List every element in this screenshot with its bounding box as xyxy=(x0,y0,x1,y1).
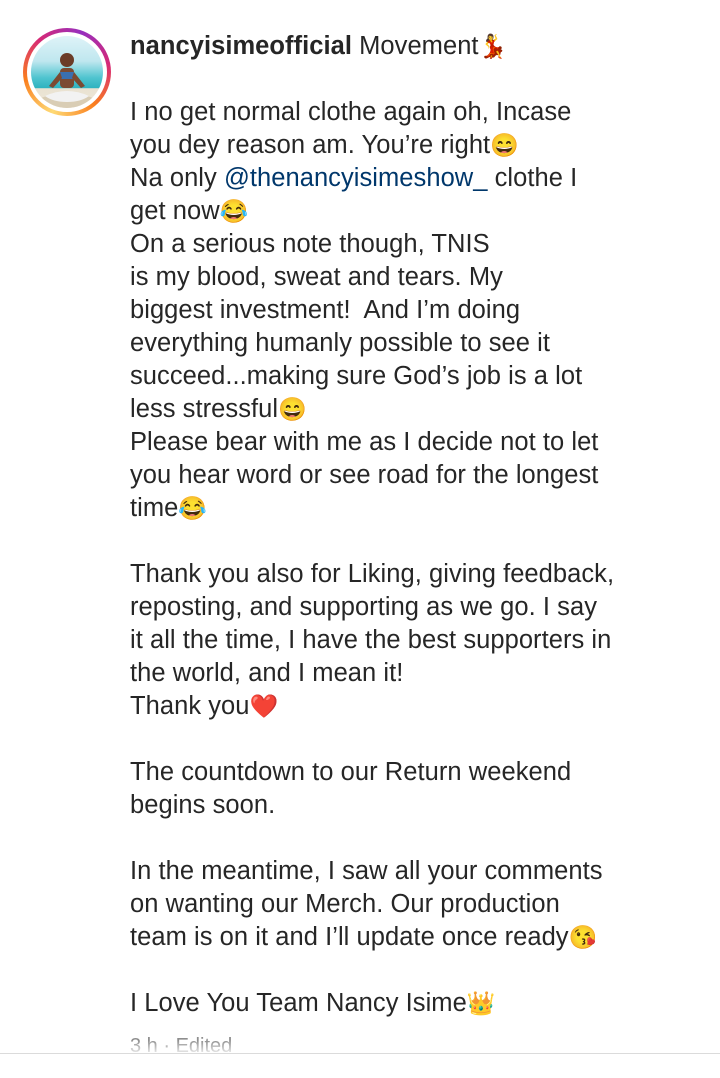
dancer-emoji: 💃 xyxy=(478,33,508,59)
caption-title: Movement xyxy=(351,32,479,60)
caption-line: team is on it and I’ll update once ready xyxy=(130,923,569,951)
kissing-face-emoji: 😘 xyxy=(568,924,598,950)
avatar-right-arm xyxy=(72,72,85,88)
caption-line: Please bear with me as I decide not to l… xyxy=(130,428,599,456)
profile-avatar[interactable] xyxy=(31,36,103,108)
caption-line: I Love You Team Nancy Isime xyxy=(130,989,467,1017)
tears-of-joy-emoji: 😂 xyxy=(219,198,249,224)
username-link[interactable]: nancyisimeofficial xyxy=(130,32,352,60)
caption-line: on wanting our Merch. Our production xyxy=(130,890,560,918)
caption-line: succeed...making sure God’s job is a lot xyxy=(130,362,583,390)
caption-line: I no get normal clothe again oh, Incase xyxy=(130,98,572,126)
post-caption: nancyisimeofficial Movement💃 I no get no… xyxy=(130,30,690,1020)
caption-line-after: clothe I xyxy=(487,164,578,192)
caption-line: On a serious note though, TNIS xyxy=(130,230,490,258)
caption-line: reposting, and supporting as we go. I sa… xyxy=(130,593,598,621)
caption-line: the world, and I mean it! xyxy=(130,659,404,687)
caption-line: time xyxy=(130,494,179,522)
profile-avatar-ring[interactable] xyxy=(23,28,111,116)
avatar-left-arm xyxy=(49,72,62,88)
red-heart-emoji: ❤️ xyxy=(249,693,279,719)
caption-line: In the meantime, I saw all your comments xyxy=(130,857,603,885)
caption-line: The countdown to our Return weekend xyxy=(130,758,572,786)
caption-line: you dey reason am. You’re right xyxy=(130,131,491,159)
crown-emoji: 👑 xyxy=(466,990,496,1016)
caption-line: you hear word or see road for the longes… xyxy=(130,461,599,489)
avatar-head xyxy=(60,53,74,67)
grinning-emoji: 😄 xyxy=(278,396,307,422)
caption-line: it all the time, I have the best support… xyxy=(130,626,612,654)
caption-line: Thank you also for Liking, giving feedba… xyxy=(130,560,615,588)
caption-line: less stressful xyxy=(130,395,279,423)
caption-line: Na only xyxy=(130,164,224,192)
mention-link[interactable]: @thenancyisimeshow_ xyxy=(224,164,488,192)
caption-line: begins soon. xyxy=(130,791,276,819)
tears-of-joy-emoji: 😂 xyxy=(178,495,208,521)
bottom-area xyxy=(0,1054,720,1078)
scroll-fade xyxy=(0,1040,720,1054)
grinning-emoji: 😄 xyxy=(490,132,519,158)
caption-line: everything humanly possible to see it xyxy=(130,329,550,357)
caption-line: biggest investment! And I’m doing xyxy=(130,296,521,324)
caption-line: get now xyxy=(130,197,220,225)
avatar-top xyxy=(60,72,74,79)
caption-line: is my blood, sweat and tears. My xyxy=(130,263,503,291)
caption-line: Thank you xyxy=(130,692,250,720)
avatar-photo xyxy=(37,53,97,108)
